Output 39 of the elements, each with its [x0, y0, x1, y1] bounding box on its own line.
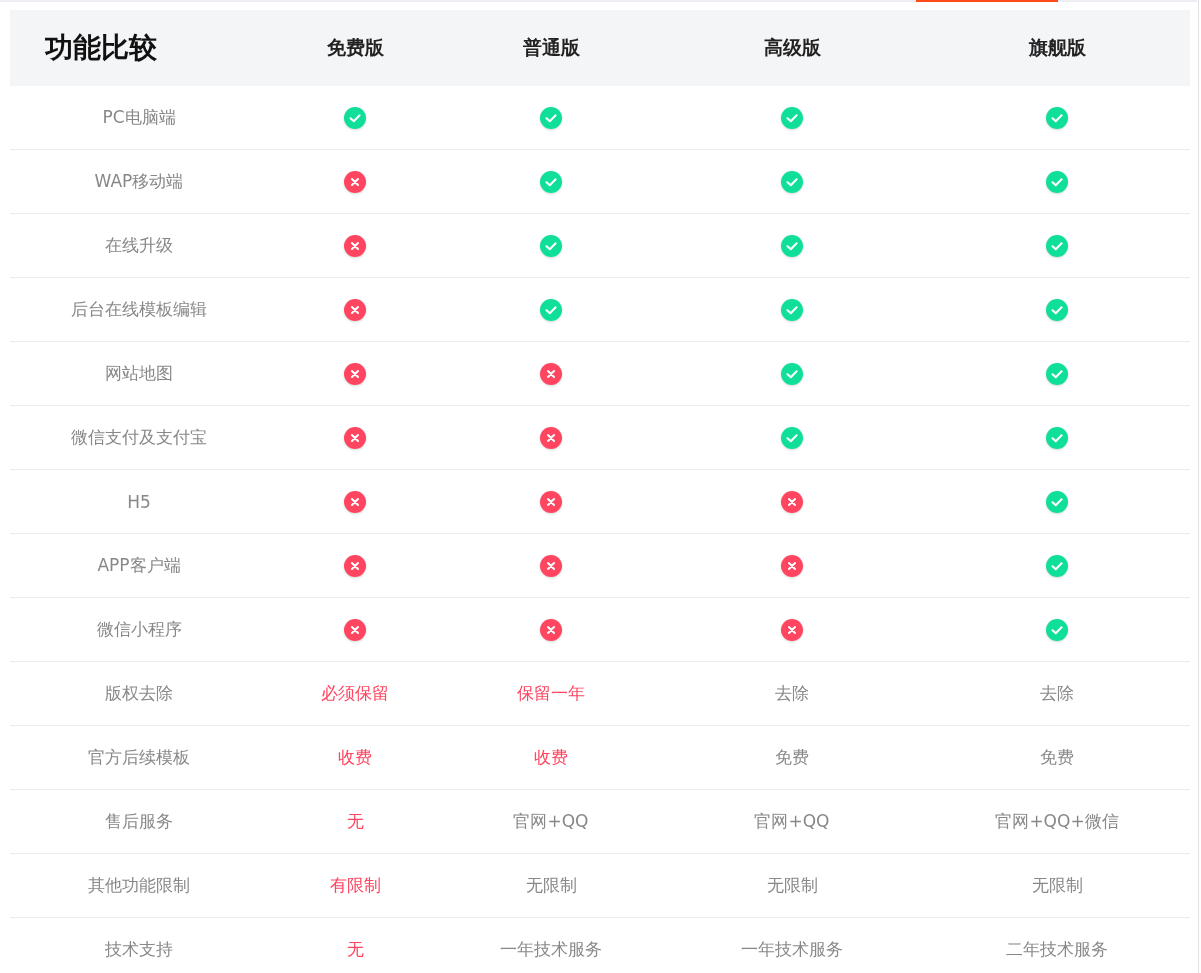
- feature-label: 版权去除: [105, 682, 173, 705]
- feature-label: 售后服务: [105, 810, 173, 833]
- table-cell: 无限制: [766, 874, 818, 897]
- table-cell: 一年技术服务: [741, 938, 843, 961]
- table-cell: 二年技术服务: [1006, 938, 1108, 961]
- feature-label: WAP移动端: [94, 170, 184, 193]
- table-cell: 官网+QQ+微信: [995, 810, 1119, 833]
- feature-label: APP客户端: [97, 554, 181, 577]
- feature-label: 后台在线模板编辑: [71, 298, 207, 321]
- feature-label: 官方后续模板: [88, 746, 190, 769]
- table-cell: 免费: [775, 746, 809, 769]
- column-heading: 普通版: [522, 35, 580, 60]
- table-cell: 收费: [534, 746, 568, 769]
- feature-label: 微信支付及支付宝: [71, 426, 207, 449]
- column-heading: 旗舰版: [1028, 35, 1086, 60]
- feature-label: 网站地图: [105, 362, 173, 385]
- feature-label: PC电脑端: [102, 106, 176, 129]
- feature-label: 技术支持: [105, 938, 173, 961]
- table-cell: 必须保留: [321, 682, 389, 705]
- table-cell: 无限制: [1031, 874, 1083, 897]
- table-cell: 去除: [1040, 682, 1074, 705]
- table-cell: 一年技术服务: [500, 938, 602, 961]
- table-cell: 去除: [775, 682, 809, 705]
- table-cell: 收费: [338, 746, 372, 769]
- table-cell: 无: [346, 938, 364, 961]
- table-title: 功能比较: [45, 30, 157, 66]
- table-cell: 官网+QQ: [754, 810, 830, 833]
- feature-label: 其他功能限制: [88, 874, 190, 897]
- table-cell: 免费: [1040, 746, 1074, 769]
- table-cell: 有限制: [329, 874, 381, 897]
- table-cell: 官网+QQ: [513, 810, 589, 833]
- feature-label: 微信小程序: [96, 618, 182, 641]
- column-heading: 免费版: [326, 35, 384, 60]
- table-cell: 无限制: [525, 874, 577, 897]
- feature-label: 在线升级: [105, 234, 173, 257]
- feature-label: H5: [127, 491, 151, 512]
- table-cell: 无: [346, 810, 364, 833]
- table-cell: 保留一年: [517, 682, 585, 705]
- column-heading: 高级版: [763, 35, 821, 60]
